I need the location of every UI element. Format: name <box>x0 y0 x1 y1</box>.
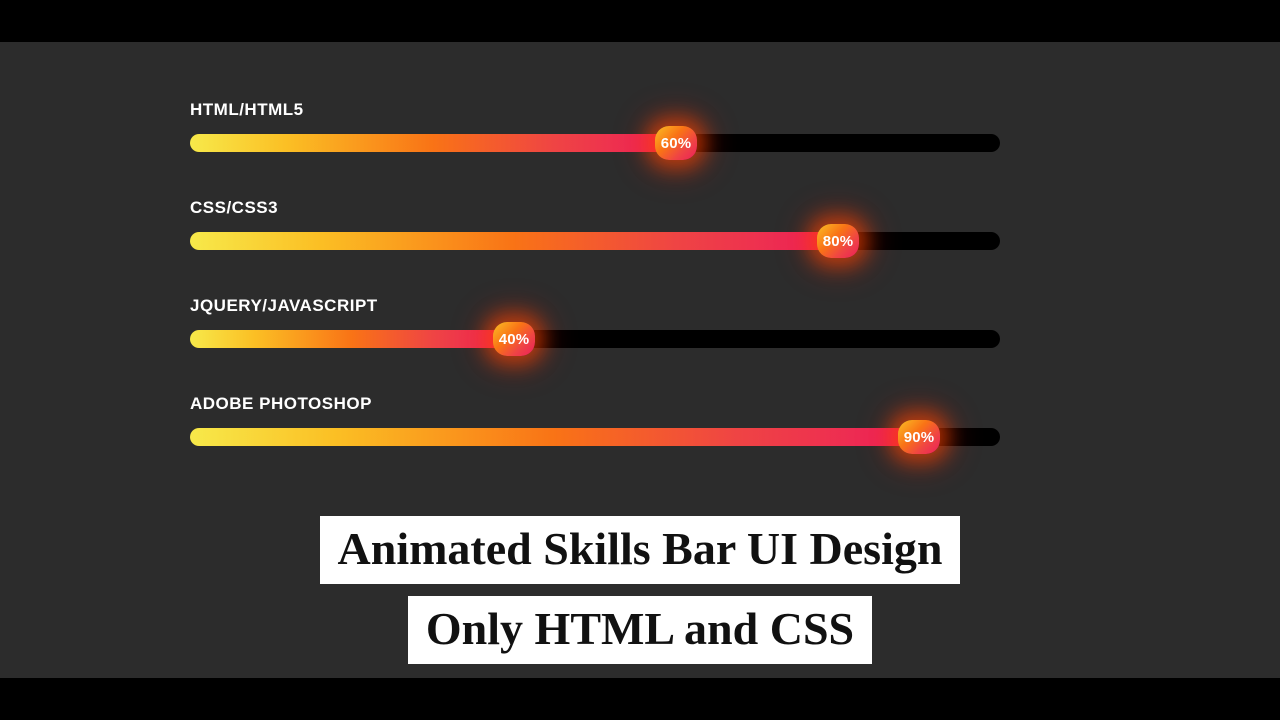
skill-knob: 40% <box>493 322 535 356</box>
skill-track: 80% <box>190 232 1000 250</box>
skill-label: ADOBE PHOTOSHOP <box>190 394 1000 414</box>
skill-fill <box>190 134 676 152</box>
skill-fill <box>190 232 838 250</box>
skill-track: 40% <box>190 330 1000 348</box>
skill-row-jquery: JQUERY/JAVASCRIPT 40% <box>190 296 1000 348</box>
skill-knob: 80% <box>817 224 859 258</box>
caption-line-2: Only HTML and CSS <box>408 596 872 664</box>
skill-row-html: HTML/HTML5 60% <box>190 100 1000 152</box>
skill-knob: 60% <box>655 126 697 160</box>
letterbox-top <box>0 0 1280 42</box>
skill-knob: 90% <box>898 420 940 454</box>
skill-fill <box>190 330 514 348</box>
letterbox-bottom <box>0 678 1280 720</box>
caption-line-1: Animated Skills Bar UI Design <box>320 516 961 584</box>
skill-label: HTML/HTML5 <box>190 100 1000 120</box>
stage: HTML/HTML5 60% CSS/CSS3 80% JQUERY/JAVAS… <box>0 42 1280 678</box>
skill-label: JQUERY/JAVASCRIPT <box>190 296 1000 316</box>
skill-track: 90% <box>190 428 1000 446</box>
skill-label: CSS/CSS3 <box>190 198 1000 218</box>
skill-percent-text: 80% <box>823 233 854 250</box>
skill-row-photoshop: ADOBE PHOTOSHOP 90% <box>190 394 1000 446</box>
skill-percent-text: 60% <box>661 135 692 152</box>
skill-fill <box>190 428 919 446</box>
skills-container: HTML/HTML5 60% CSS/CSS3 80% JQUERY/JAVAS… <box>190 100 1000 492</box>
caption-overlay: Animated Skills Bar UI Design Only HTML … <box>0 516 1280 678</box>
skill-track: 60% <box>190 134 1000 152</box>
skill-row-css: CSS/CSS3 80% <box>190 198 1000 250</box>
skill-percent-text: 40% <box>499 331 530 348</box>
skill-percent-text: 90% <box>904 429 935 446</box>
